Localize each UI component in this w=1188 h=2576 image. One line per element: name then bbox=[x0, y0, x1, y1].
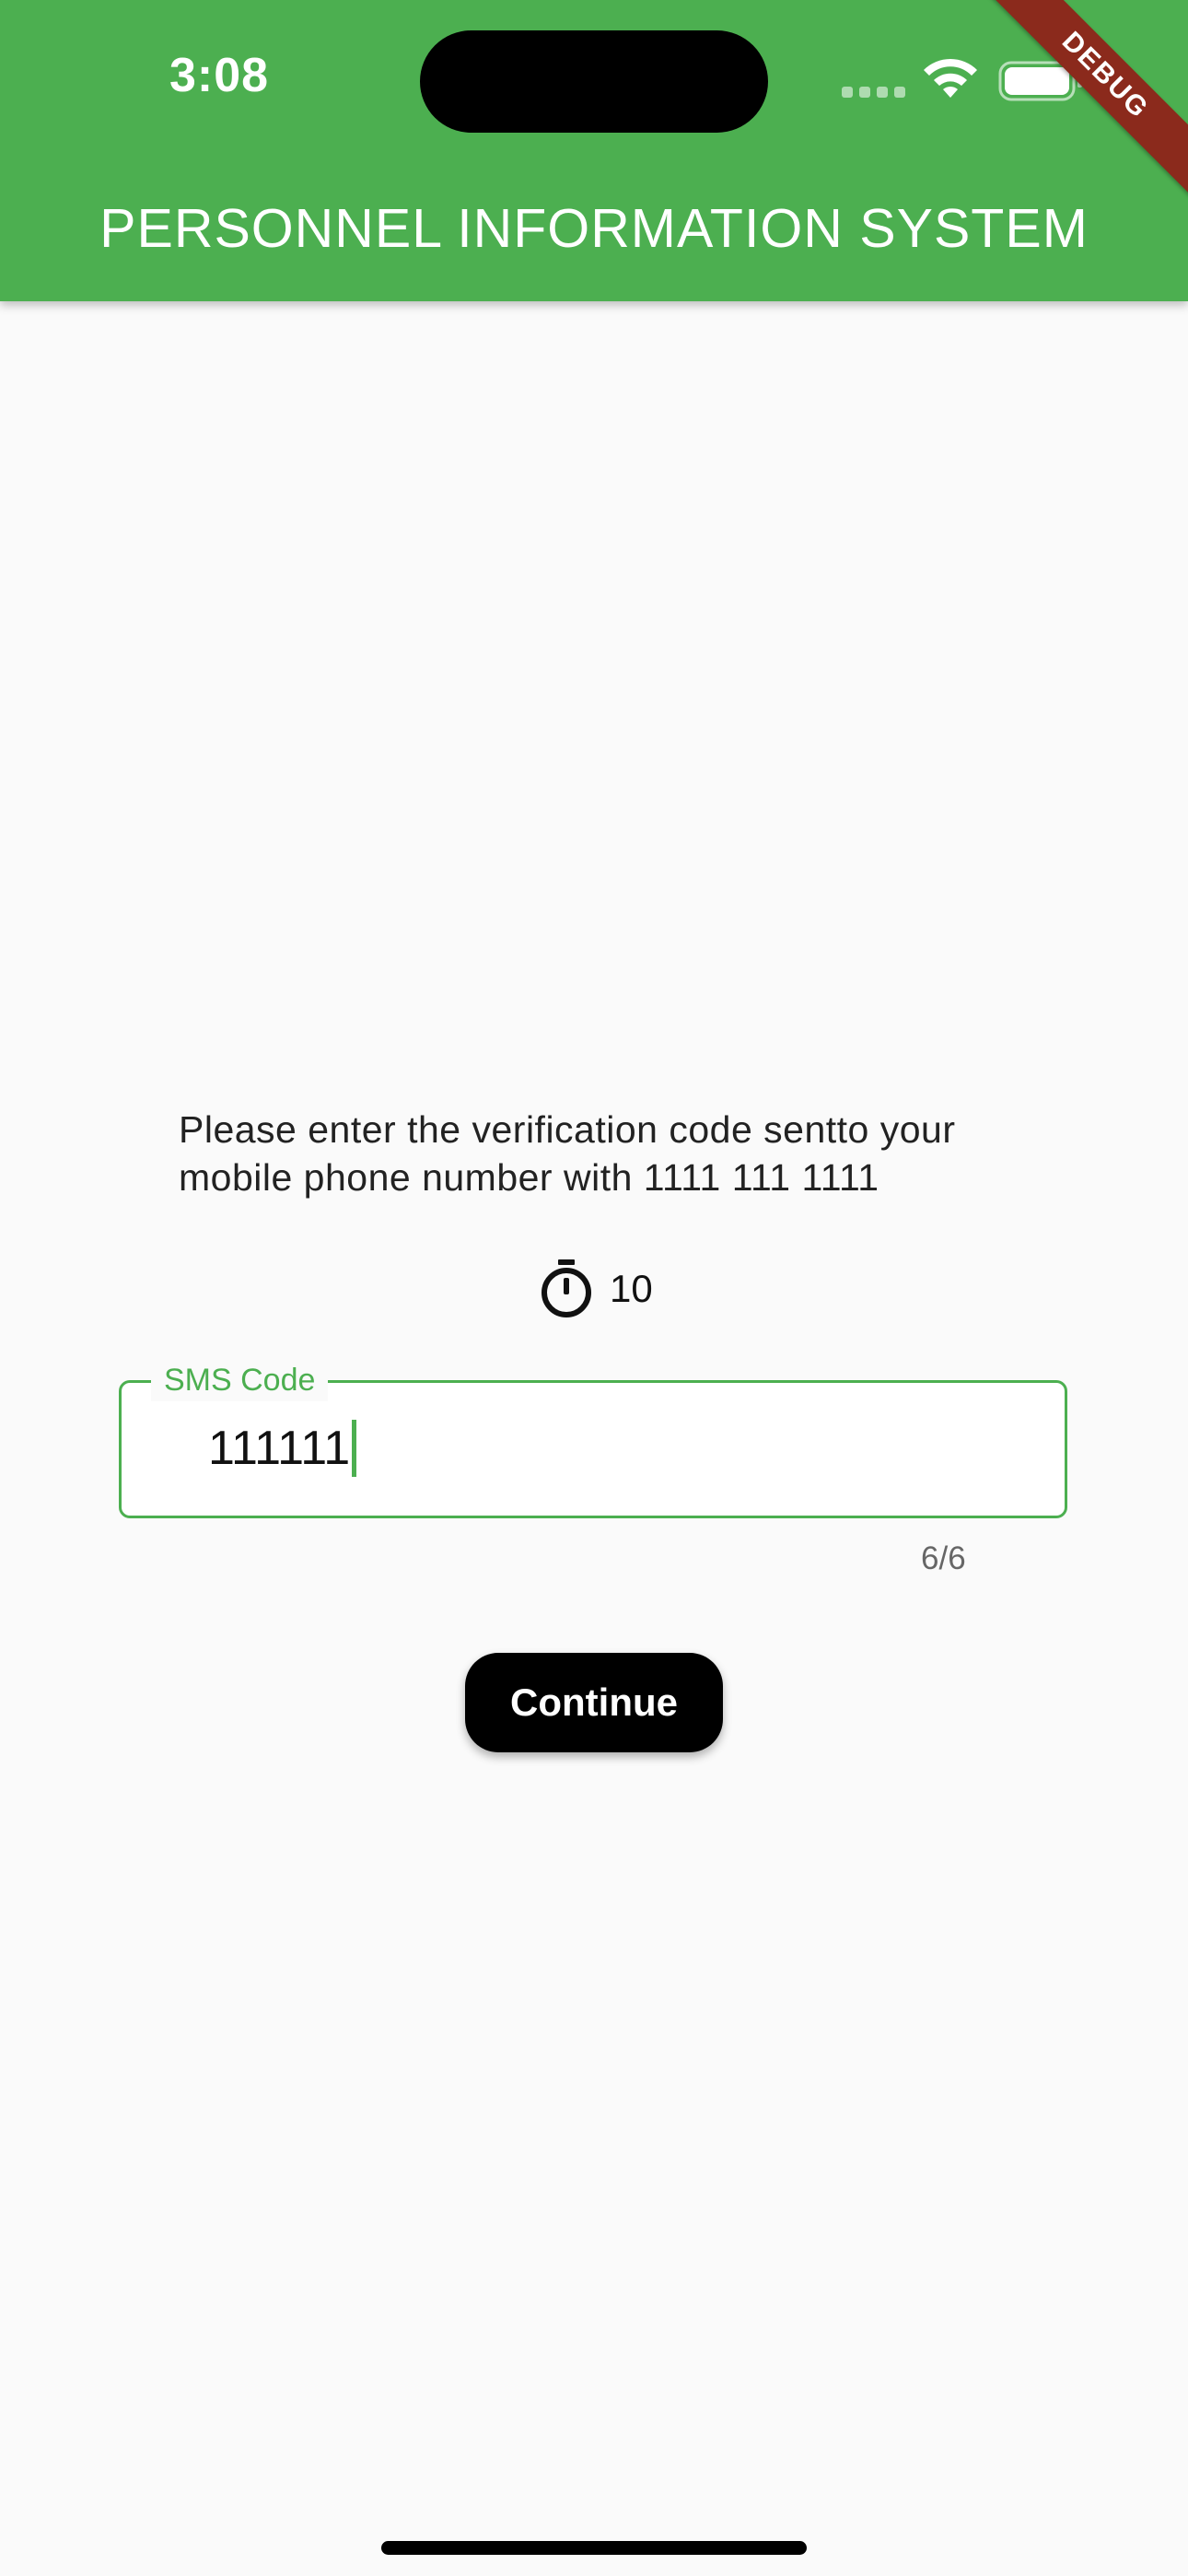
app-title: PERSONNEL INFORMATION SYSTEM bbox=[99, 198, 1089, 259]
sms-code-label: SMS Code bbox=[151, 1359, 329, 1401]
home-indicator[interactable] bbox=[381, 2541, 807, 2555]
cellular-dots-icon bbox=[842, 87, 906, 98]
verification-instructions: Please enter the verification code sentt… bbox=[179, 1108, 956, 1199]
sms-code-value: 111111 bbox=[208, 1422, 351, 1475]
sms-code-input[interactable]: 111111 bbox=[208, 1420, 357, 1477]
continue-button[interactable]: Continue bbox=[465, 1653, 723, 1752]
screen: 3:08 PERSONNEL INFORMATION SYSTEM DEBUG … bbox=[0, 0, 1188, 2576]
status-time: 3:08 bbox=[169, 49, 270, 102]
text-cursor bbox=[352, 1420, 357, 1477]
app-bar: 3:08 PERSONNEL INFORMATION SYSTEM bbox=[0, 0, 1188, 301]
stopwatch-icon bbox=[542, 1259, 591, 1317]
character-counter: 6/6 bbox=[921, 1540, 966, 1576]
sms-code-field[interactable]: SMS Code 111111 bbox=[119, 1359, 1067, 1518]
timer-value: 10 bbox=[610, 1267, 653, 1310]
dynamic-island bbox=[420, 30, 768, 133]
wifi-icon bbox=[924, 58, 977, 98]
countdown-timer: 10 bbox=[540, 1257, 653, 1321]
